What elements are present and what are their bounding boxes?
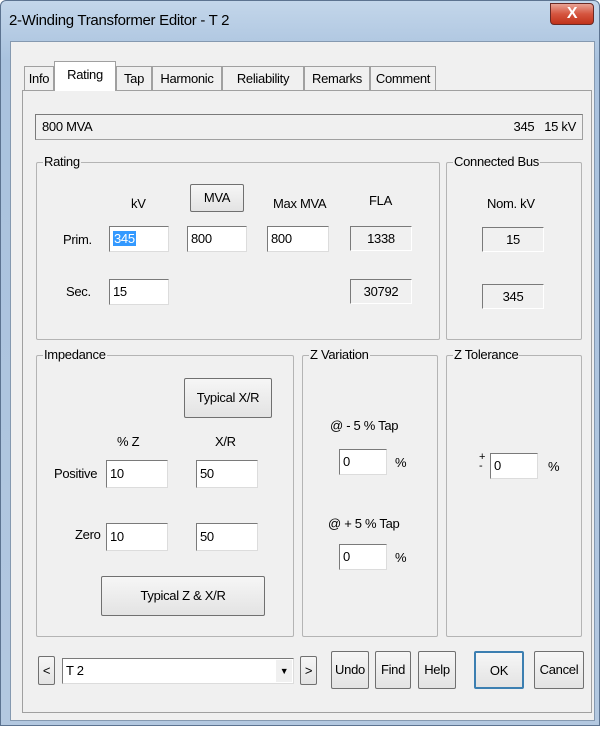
cancel-button[interactable]: Cancel (534, 651, 584, 689)
positive-label: Positive (54, 466, 98, 481)
prim-mva-field[interactable]: 800 (187, 226, 247, 252)
minus-tap-unit: % (395, 455, 407, 470)
z-tolerance-legend: Z Tolerance (453, 347, 520, 363)
impedance-legend: Impedance (43, 347, 107, 363)
tab-reliability[interactable]: Reliability (222, 66, 304, 90)
z-tolerance-field[interactable]: 0 (490, 453, 538, 479)
prim-max-mva-field[interactable]: 800 (267, 226, 329, 252)
kv-column-header: kV (131, 196, 146, 211)
prim-label: Prim. (63, 232, 92, 247)
tab-harmonic[interactable]: Harmonic (152, 66, 222, 90)
next-item-button[interactable]: > (300, 656, 317, 685)
tab-info[interactable]: Info (24, 66, 54, 90)
find-button[interactable]: Find (375, 651, 411, 689)
undo-button[interactable]: Undo (331, 651, 369, 689)
tab-comment[interactable]: Comment (370, 66, 436, 90)
z-tolerance-unit: % (548, 459, 560, 474)
ok-button[interactable]: OK (474, 651, 524, 689)
sec-nom-kv-readout: 345 (482, 284, 544, 309)
nom-kv-column-header: Nom. kV (487, 196, 535, 211)
prim-kv-value: 345 (113, 231, 136, 246)
summary-rating: 800 MVA (42, 119, 93, 134)
minus-tap-z-field[interactable]: 0 (339, 449, 387, 475)
summary-bar: 800 MVA 345 15 kV (35, 114, 583, 140)
tab-tap[interactable]: Tap (116, 66, 152, 90)
sec-fla-readout: 30792 (350, 279, 412, 304)
help-button[interactable]: Help (418, 651, 456, 689)
summary-voltages: 345 15 kV (513, 119, 577, 134)
tab-remarks[interactable]: Remarks (304, 66, 370, 90)
typical-z-xr-button[interactable]: Typical Z & X/R (101, 576, 265, 616)
window-title: 2-Winding Transformer Editor - T 2 (9, 12, 230, 29)
z-variation-group: Z Variation (302, 347, 438, 637)
close-button[interactable]: X (550, 3, 594, 25)
zero-xr-field[interactable]: 50 (196, 523, 258, 551)
sec-label: Sec. (66, 284, 91, 299)
fla-column-header: FLA (369, 193, 392, 208)
positive-xr-field[interactable]: 50 (196, 460, 258, 488)
prim-kv-field[interactable]: 345 (109, 226, 169, 252)
pct-z-column-header: % Z (117, 434, 140, 449)
rating-group-legend: Rating (43, 154, 81, 170)
zero-z-field[interactable]: 10 (106, 523, 168, 551)
mva-button[interactable]: MVA (190, 184, 244, 212)
plus-minus-sign: + - (479, 451, 486, 472)
connected-bus-legend: Connected Bus (453, 154, 540, 170)
positive-z-field[interactable]: 10 (106, 460, 168, 488)
tab-rating[interactable]: Rating (54, 61, 116, 91)
z-variation-legend: Z Variation (309, 347, 370, 363)
plus-tap-label: @ + 5 % Tap (328, 516, 400, 531)
xr-column-header: X/R (215, 434, 236, 449)
item-selector-dropdown[interactable]: T 2 ▼ (62, 658, 294, 684)
minus-tap-label: @ - 5 % Tap (330, 418, 399, 433)
previous-item-button[interactable]: < (38, 656, 55, 685)
plus-tap-unit: % (395, 550, 407, 565)
zero-label: Zero (75, 527, 101, 542)
typical-xr-button[interactable]: Typical X/R (184, 378, 272, 418)
prim-fla-readout: 1338 (350, 226, 412, 251)
z-tolerance-group: Z Tolerance (446, 347, 582, 637)
selected-item-text: T 2 (66, 663, 84, 678)
prim-nom-kv-readout: 15 (482, 227, 544, 252)
plus-tap-z-field[interactable]: 0 (339, 544, 387, 570)
chevron-down-icon[interactable]: ▼ (276, 660, 292, 682)
sec-kv-field[interactable]: 15 (109, 279, 169, 305)
max-mva-column-header: Max MVA (273, 196, 327, 211)
